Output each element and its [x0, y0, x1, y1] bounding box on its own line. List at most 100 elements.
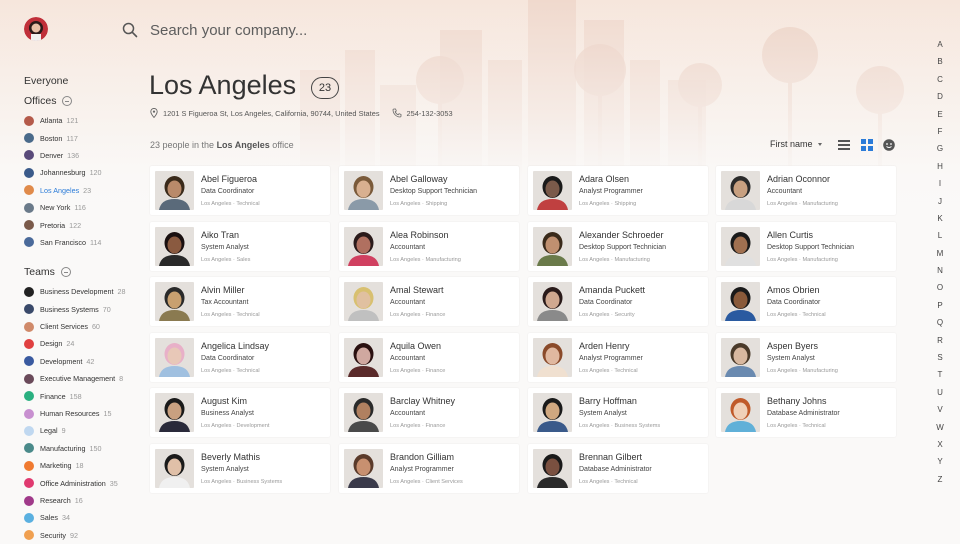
team-name: Human Resources	[40, 409, 100, 419]
alphabet-letter[interactable]: Z	[934, 471, 946, 488]
team-item[interactable]: Executive Management 8	[24, 370, 134, 387]
office-item[interactable]: Los Angeles 23	[24, 182, 134, 199]
person-meta: Los Angeles · Sales	[201, 257, 251, 263]
person-card[interactable]: Adrian Oconnor Accountant Los Angeles · Ma…	[716, 166, 896, 215]
person-card[interactable]: Brennan Gilbert Database Administrator Los…	[528, 444, 708, 493]
alphabet-letter[interactable]: U	[934, 384, 946, 401]
person-card[interactable]: Allen Curtis Desktop Support Technician Lo…	[716, 222, 896, 271]
alphabet-letter[interactable]: O	[934, 279, 946, 296]
person-photo	[155, 282, 194, 321]
person-card[interactable]: Brandon Gilliam Analyst Programmer Los Ang…	[339, 444, 519, 493]
alphabet-letter[interactable]: S	[934, 349, 946, 366]
alphabet-letter[interactable]: C	[934, 71, 946, 88]
alphabet-letter[interactable]: Y	[934, 453, 946, 470]
person-card[interactable]: Arden Henry Analyst Programmer Los Angeles…	[528, 333, 708, 382]
grid-view-icon[interactable]	[861, 139, 873, 151]
alphabet-letter[interactable]: N	[934, 262, 946, 279]
alphabet-letter[interactable]: R	[934, 332, 946, 349]
office-count: 117	[66, 133, 78, 143]
alphabet-letter[interactable]: Q	[934, 314, 946, 331]
search-input[interactable]	[150, 18, 550, 42]
team-item[interactable]: Finance 158	[24, 387, 134, 404]
person-card[interactable]: Abel Figueroa Data Coordinator Los Angeles…	[150, 166, 330, 215]
team-item[interactable]: Design 24	[24, 335, 134, 352]
person-card[interactable]: Abel Galloway Desktop Support Technician L…	[339, 166, 519, 215]
person-card[interactable]: Alea Robinson Accountant Los Angeles · Man…	[339, 222, 519, 271]
alphabet-letter[interactable]: I	[934, 175, 946, 192]
team-item[interactable]: Legal 9	[24, 422, 134, 439]
team-name: Design	[40, 339, 63, 349]
alphabet-letter[interactable]: D	[934, 88, 946, 105]
person-card[interactable]: Adara Olsen Analyst Programmer Los Angeles…	[528, 166, 708, 215]
person-name: Alea Robinson	[390, 230, 449, 240]
office-name: Boston	[40, 133, 63, 143]
alphabet-letter[interactable]: V	[934, 401, 946, 418]
person-card[interactable]: Amal Stewart Accountant Los Angeles · Fina…	[339, 277, 519, 326]
team-count: 158	[69, 391, 82, 401]
person-card[interactable]: Angelica Lindsay Data Coordinator Los Ange…	[150, 333, 330, 382]
alphabet-letter[interactable]: E	[934, 106, 946, 123]
offices-section-header[interactable]: Offices	[24, 90, 134, 112]
collapse-icon[interactable]	[60, 267, 71, 278]
person-card[interactable]: Amos Obrien Data Coordinator Los Angeles ·…	[716, 277, 896, 326]
person-card[interactable]: Alexander Schroeder Desktop Support Techn…	[528, 222, 708, 271]
alphabet-letter[interactable]: W	[934, 419, 946, 436]
team-name: Office Administration	[40, 478, 106, 488]
alphabet-letter[interactable]: A	[934, 36, 946, 53]
person-card[interactable]: August Kim Business Analyst Los Angeles · …	[150, 388, 330, 437]
team-item[interactable]: Business Development 28	[24, 283, 134, 300]
team-item[interactable]: Business Systems 70	[24, 301, 134, 318]
team-item[interactable]: Research 16	[24, 492, 134, 509]
person-meta: Los Angeles · Technical	[767, 423, 826, 429]
collapse-icon[interactable]	[62, 96, 73, 106]
team-item[interactable]: Client Services 60	[24, 318, 134, 335]
office-item[interactable]: New York 116	[24, 199, 134, 216]
office-item[interactable]: Boston 117	[24, 129, 134, 146]
alphabet-letter[interactable]: J	[934, 193, 946, 210]
office-item[interactable]: San Francisco 114	[24, 234, 134, 251]
user-avatar[interactable]	[24, 17, 48, 41]
list-view-icon[interactable]	[838, 139, 850, 151]
person-card[interactable]: Aspen Byers System Analyst Los Angeles · M…	[716, 333, 896, 382]
person-card[interactable]: Barry Hoffman System Analyst Los Angeles ·…	[528, 388, 708, 437]
person-card[interactable]: Alvin Miller Tax Accountant Los Angeles · …	[150, 277, 330, 326]
person-card[interactable]: Bethany Johns Database Administrator Los A…	[716, 388, 896, 437]
person-card[interactable]: Beverly Mathis System Analyst Los Angeles …	[150, 444, 330, 493]
alphabet-letter[interactable]: P	[934, 297, 946, 314]
team-count: 28	[117, 287, 126, 297]
office-item[interactable]: Denver 136	[24, 147, 134, 164]
team-item[interactable]: Manufacturing 150	[24, 440, 134, 457]
alphabet-letter[interactable]: G	[934, 140, 946, 157]
office-item[interactable]: Atlanta 121	[24, 112, 134, 129]
search-icon[interactable]	[122, 22, 138, 38]
face-view-icon[interactable]	[883, 139, 895, 151]
office-item[interactable]: Johannesburg 120	[24, 164, 134, 181]
alphabet-letter[interactable]: T	[934, 366, 946, 383]
team-item[interactable]: Development 42	[24, 353, 134, 370]
alphabet-letter[interactable]: H	[934, 158, 946, 175]
person-card[interactable]: Amanda Puckett Data Coordinator Los Angele…	[528, 277, 708, 326]
person-card[interactable]: Barclay Whitney Accountant Los Angeles · F…	[339, 388, 519, 437]
team-item[interactable]: Security 92	[24, 527, 134, 544]
team-item[interactable]: Office Administration 35	[24, 474, 134, 491]
person-card[interactable]: Aiko Tran System Analyst Los Angeles · Sal…	[150, 222, 330, 271]
team-item[interactable]: Marketing 18	[24, 457, 134, 474]
person-meta: Los Angeles · Manufacturing	[390, 257, 461, 263]
person-card[interactable]: Aquila Owen Accountant Los Angeles · Finan…	[339, 333, 519, 382]
alphabet-letter[interactable]: L	[934, 227, 946, 244]
alphabet-letter[interactable]: M	[934, 245, 946, 262]
team-item[interactable]: Sales 34	[24, 509, 134, 526]
sidebar-everyone[interactable]: Everyone	[24, 72, 134, 90]
alphabet-letter[interactable]: F	[934, 123, 946, 140]
team-count: 15	[103, 409, 112, 419]
teams-section-header[interactable]: Teams	[24, 261, 134, 283]
sort-select[interactable]: First name	[770, 139, 822, 149]
person-role: System Analyst	[201, 244, 249, 251]
alphabet-letter[interactable]: K	[934, 210, 946, 227]
page-title: Los Angeles	[149, 70, 297, 100]
alphabet-letter[interactable]: X	[934, 436, 946, 453]
alphabet-letter[interactable]: B	[934, 53, 946, 70]
office-item[interactable]: Pretoria 122	[24, 216, 134, 233]
team-item[interactable]: Human Resources 15	[24, 405, 134, 422]
person-role: Accountant	[390, 299, 426, 306]
